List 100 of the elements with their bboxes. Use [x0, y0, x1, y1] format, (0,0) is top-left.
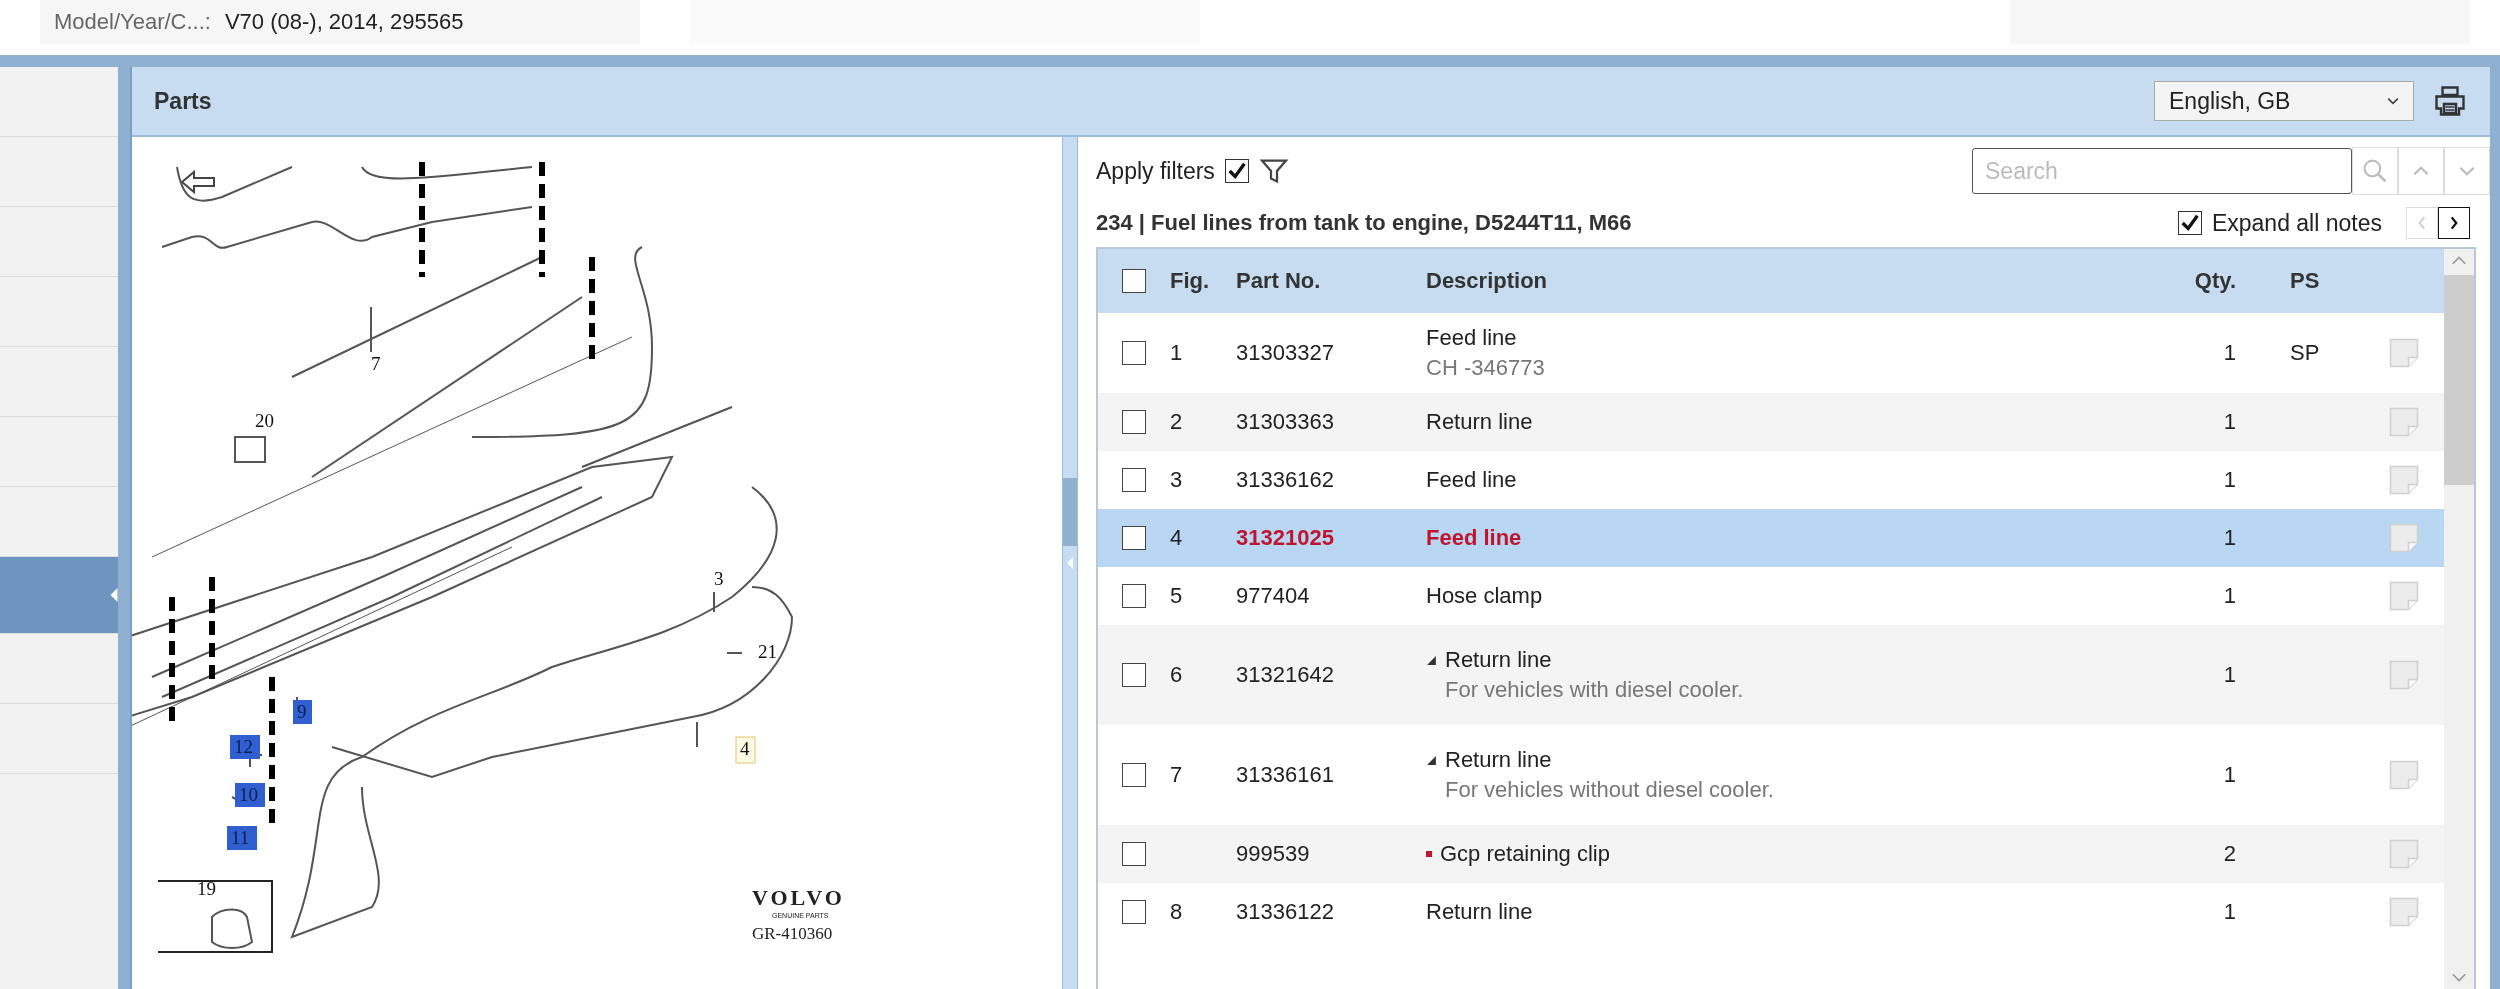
- quantity-cell: 1: [2223, 899, 2236, 924]
- note-icon[interactable]: [2389, 523, 2419, 553]
- part-number-cell: 977404: [1236, 583, 1310, 608]
- next-page-button[interactable]: [2438, 207, 2470, 239]
- fig-cell: 6: [1170, 662, 1183, 687]
- note-icon[interactable]: [2389, 660, 2419, 690]
- panel-title: Parts: [154, 87, 212, 115]
- callout-label[interactable]: 7: [371, 353, 381, 374]
- apply-filters-checkbox[interactable]: [1224, 159, 1249, 183]
- quantity-cell: 1: [2223, 467, 2236, 492]
- splitter-handle[interactable]: [1062, 137, 1078, 989]
- callout-label[interactable]: 19: [197, 878, 216, 899]
- expand-notes-label: Expand all notes: [2211, 209, 2382, 237]
- column-header[interactable]: Description: [1426, 268, 2146, 294]
- callout-label[interactable]: 4: [735, 736, 756, 764]
- scrollbar[interactable]: [2444, 249, 2474, 989]
- row-checkbox[interactable]: [1122, 526, 1146, 550]
- printer-icon[interactable]: [2432, 83, 2468, 119]
- row-checkbox[interactable]: [1122, 410, 1146, 434]
- fig-cell: 8: [1170, 899, 1183, 924]
- language-dropdown[interactable]: English, GB: [2154, 81, 2414, 121]
- field-value: V70 (08-), 2014, 295565: [224, 9, 464, 35]
- fig-cell: 2: [1170, 409, 1183, 434]
- description-cell: Return line: [1426, 899, 1533, 925]
- note-icon[interactable]: [2389, 407, 2419, 437]
- bullet-icon: [1426, 851, 1432, 857]
- note-icon[interactable]: [2389, 581, 2419, 611]
- description-cell: Gcp retaining clip: [1440, 841, 1610, 867]
- part-note: CH -346773: [1426, 355, 1546, 381]
- column-header[interactable]: PS: [2236, 268, 2364, 294]
- parts-row[interactable]: 999539 Gcp retaining clip 2: [1098, 825, 2444, 883]
- collapse-arrow-icon[interactable]: [1067, 556, 1073, 570]
- apply-filters-label: Apply filters: [1096, 157, 1215, 185]
- row-checkbox[interactable]: [1122, 842, 1146, 866]
- row-checkbox[interactable]: [1122, 468, 1146, 492]
- description-cell: Feed line: [1426, 467, 1517, 493]
- chevron-up-icon: [2413, 166, 2429, 176]
- part-note: For vehicles without diesel cooler.: [1444, 777, 1775, 803]
- row-checkbox[interactable]: [1122, 584, 1146, 608]
- note-icon[interactable]: [2389, 338, 2419, 368]
- part-number-cell: 999539: [1236, 841, 1310, 866]
- select-all-checkbox[interactable]: [1122, 269, 1146, 293]
- search-field[interactable]: Search: [1972, 148, 2352, 194]
- filter-icon[interactable]: [1258, 156, 1289, 186]
- note-icon[interactable]: [2389, 897, 2419, 927]
- description-cell: Hose clamp: [1426, 583, 1543, 609]
- callout-label[interactable]: 3: [714, 568, 724, 589]
- column-header[interactable]: Part No.: [1236, 268, 1426, 294]
- parts-row[interactable]: 6 31321642 Return line For vehicles with diesel cooler. 1: [1098, 625, 2444, 725]
- row-checkbox[interactable]: [1122, 341, 1146, 365]
- chevron-right-icon: [2448, 214, 2460, 232]
- search-button[interactable]: [2352, 147, 2398, 195]
- scroll-down-icon[interactable]: [2451, 973, 2467, 983]
- note-icon[interactable]: [2389, 839, 2419, 869]
- scroll-up-icon[interactable]: [2451, 255, 2467, 265]
- part-number-cell: 31336161: [1236, 762, 1334, 787]
- quantity-cell: 1: [2223, 409, 2236, 434]
- quantity-cell: 1: [2223, 662, 2236, 687]
- column-header[interactable]: Qty.: [2146, 268, 2236, 294]
- row-checkbox[interactable]: [1122, 663, 1146, 687]
- expanded-triangle-icon[interactable]: [1426, 654, 1437, 666]
- callout-label[interactable]: 21: [758, 641, 777, 662]
- quantity-cell: 2: [2223, 841, 2236, 866]
- back-arrow-icon[interactable]: [180, 169, 215, 195]
- fig-cell: 7: [1170, 762, 1183, 787]
- fig-cell: 1: [1170, 340, 1183, 365]
- search-icon: [2362, 158, 2388, 184]
- expanded-triangle-icon[interactable]: [1426, 754, 1437, 766]
- part-number-cell: 31336162: [1236, 467, 1334, 492]
- previous-match-button[interactable]: [2398, 147, 2444, 195]
- collapse-arrow-icon[interactable]: [110, 588, 118, 602]
- description-cell: Return line: [1426, 409, 1533, 435]
- column-header[interactable]: Fig.: [1170, 268, 1236, 294]
- fig-cell: 5: [1170, 583, 1183, 608]
- description-cell: Feed line: [1426, 525, 1522, 551]
- scrollbar-thumb[interactable]: [2444, 275, 2474, 485]
- note-icon[interactable]: [2389, 760, 2419, 790]
- description-cell: Feed line: [1426, 325, 1517, 351]
- chevron-down-icon: [2459, 166, 2475, 176]
- quantity-cell: 1: [2223, 583, 2236, 608]
- part-note: For vehicles with diesel cooler.: [1444, 677, 1745, 703]
- caret-icon: [2387, 97, 2399, 105]
- quantity-cell: 1: [2223, 762, 2236, 787]
- callout-label[interactable]: 20: [255, 410, 274, 431]
- row-checkbox[interactable]: [1122, 763, 1146, 787]
- note-icon[interactable]: [2389, 465, 2419, 495]
- logo-text: VOLVO: [752, 885, 845, 910]
- part-number-cell: 31321025: [1236, 525, 1334, 550]
- next-match-button[interactable]: [2444, 147, 2490, 195]
- diagram-code: GR-410360: [752, 924, 833, 943]
- fig-cell: 3: [1170, 467, 1183, 492]
- parts-row[interactable]: 4 31321025 Feed line 1: [1098, 509, 2444, 567]
- parts-row[interactable]: 2 31303363 Return line 1: [1098, 393, 2444, 451]
- ps-cell: SP: [2290, 340, 2320, 365]
- row-checkbox[interactable]: [1122, 900, 1146, 924]
- expand-notes-checkbox[interactable]: [2177, 211, 2202, 235]
- part-number-cell: 31303327: [1236, 340, 1334, 365]
- quantity-cell: 1: [2223, 525, 2236, 550]
- part-number-cell: 31336122: [1236, 899, 1334, 924]
- quantity-cell: 1: [2223, 340, 2236, 365]
